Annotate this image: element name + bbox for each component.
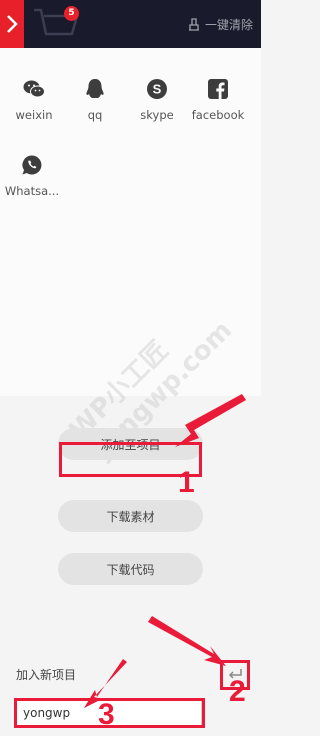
annotation-number-2: 2 [229, 675, 246, 708]
annotation-number-1: 1 [178, 466, 195, 499]
arrow-1 [175, 394, 246, 447]
annotation-number-3: 3 [98, 698, 115, 731]
arrow-2 [148, 616, 226, 666]
annotation-arrows [84, 394, 246, 708]
